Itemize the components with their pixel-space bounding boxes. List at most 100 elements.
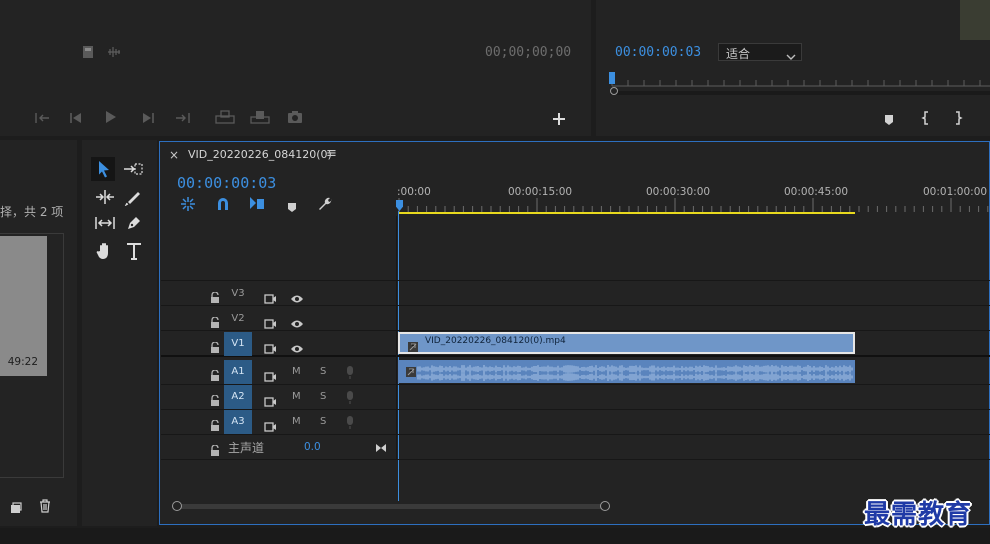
eye-icon[interactable] (290, 339, 304, 358)
sequence-tab-title[interactable]: VID_20220226_084120(0) (188, 148, 332, 161)
add-marker-icon[interactable] (287, 199, 297, 218)
mute-button[interactable]: M (292, 366, 301, 377)
track-select-tool[interactable] (122, 160, 144, 182)
program-preview-image (960, 0, 990, 40)
sync-lock-icon[interactable] (264, 314, 276, 333)
slip-tool[interactable] (94, 214, 116, 236)
lock-icon[interactable] (210, 391, 220, 410)
tools-panel (82, 140, 157, 526)
selection-tool[interactable] (91, 157, 115, 181)
add-button-icon[interactable] (552, 111, 566, 130)
audio-waveform (417, 365, 853, 381)
mute-button[interactable]: M (292, 416, 301, 427)
program-ruler[interactable] (610, 72, 990, 87)
lock-icon[interactable] (210, 288, 220, 307)
ruler-label-45s: 00:00:45:00 (784, 186, 849, 198)
sync-lock-icon[interactable] (264, 392, 276, 411)
track-separator (161, 459, 990, 460)
linked-selection-icon[interactable] (249, 196, 265, 216)
insert-icon[interactable] (214, 109, 236, 129)
razor-tool[interactable] (124, 188, 142, 210)
trash-icon[interactable] (39, 498, 51, 517)
mark-in-icon[interactable] (34, 110, 52, 129)
master-track-label: 主声道 (228, 441, 265, 455)
track-select-icon (124, 163, 143, 175)
lock-icon[interactable] (210, 313, 220, 332)
mark-out-icon[interactable] (173, 110, 191, 129)
audio-clip[interactable] (398, 360, 855, 383)
new-item-icon[interactable] (10, 499, 22, 518)
ripple-edit-tool[interactable] (94, 188, 116, 210)
track-a1-label[interactable]: A1 (224, 360, 252, 384)
go-to-out-icon[interactable] (375, 438, 387, 457)
solo-button[interactable]: S (320, 416, 326, 427)
microphone-icon[interactable] (346, 415, 354, 434)
track-a3-label[interactable]: A3 (224, 410, 252, 434)
master-volume-value[interactable]: 0.0 (304, 441, 321, 453)
nest-icon[interactable] (180, 196, 196, 216)
step-back-icon[interactable] (68, 110, 84, 129)
selection-arrow-icon (99, 161, 109, 178)
ruler-label-15s: 00:00:15:00 (508, 186, 573, 198)
export-frame-icon[interactable] (82, 44, 94, 63)
scrollbar-left-handle[interactable] (172, 501, 182, 511)
close-tab-icon[interactable]: × (169, 148, 179, 162)
hand-tool[interactable] (95, 241, 115, 265)
project-selection-status: 择，共 2 项 (0, 205, 64, 219)
sync-lock-icon[interactable] (264, 289, 276, 308)
track-v2-header: V2 (160, 307, 397, 331)
program-playhead[interactable] (609, 72, 615, 84)
microphone-icon[interactable] (346, 365, 354, 384)
source-timecode[interactable]: 00;00;00;00 (485, 45, 571, 60)
mark-in-bracket-icon[interactable] (921, 110, 931, 129)
sync-lock-icon[interactable] (264, 367, 276, 386)
track-v3-label[interactable]: V3 (224, 282, 252, 306)
sync-lock-icon[interactable] (264, 339, 276, 358)
work-area-bar (399, 212, 855, 214)
source-monitor-panel: 00;00;00;00 (0, 0, 591, 136)
clip-thumbnail[interactable]: 49:22 (0, 236, 47, 376)
track-master-header: 主声道 0.0 (160, 435, 397, 459)
mute-button[interactable]: M (292, 391, 301, 402)
add-marker-icon[interactable] (884, 111, 894, 130)
program-timecode[interactable]: 00:00:00:03 (615, 45, 701, 60)
zoom-select[interactable]: 适合 (718, 43, 802, 61)
scrollbar-right-handle[interactable] (600, 501, 610, 511)
timeline-timecode[interactable]: 00:00:00:03 (177, 174, 276, 192)
sync-lock-icon[interactable] (264, 417, 276, 436)
play-icon[interactable] (104, 109, 118, 129)
overwrite-icon[interactable] (249, 109, 271, 129)
camera-icon[interactable] (287, 109, 303, 128)
pen-icon (128, 217, 140, 229)
snap-magnet-icon[interactable] (215, 196, 231, 216)
lock-icon[interactable] (210, 441, 220, 460)
eye-icon[interactable] (290, 289, 304, 308)
solo-button[interactable]: S (320, 391, 326, 402)
wrench-settings-icon[interactable] (317, 196, 333, 216)
solo-button[interactable]: S (320, 366, 326, 377)
program-scrub-handle[interactable] (610, 87, 618, 95)
panel-menu-icon[interactable]: ≡ (326, 146, 337, 161)
track-a2-label[interactable]: A2 (224, 385, 252, 409)
eye-icon[interactable] (290, 314, 304, 333)
step-forward-icon[interactable] (140, 110, 156, 129)
type-tool[interactable] (125, 241, 143, 265)
drag-audio-icon[interactable] (106, 44, 122, 63)
program-scrub-bar[interactable] (610, 91, 990, 95)
video-clip-name: VID_20220226_084120(0).mp4 (425, 336, 566, 346)
pen-tool[interactable] (125, 214, 143, 236)
razor-icon (124, 192, 140, 207)
microphone-icon[interactable] (346, 390, 354, 409)
mark-out-bracket-icon[interactable] (953, 110, 963, 129)
ripple-edit-icon (96, 190, 114, 204)
lock-icon[interactable] (210, 416, 220, 435)
track-v2-label[interactable]: V2 (224, 307, 252, 331)
status-strip (0, 528, 990, 544)
timeline-scrollbar-track[interactable] (174, 504, 610, 509)
lock-icon[interactable] (210, 338, 220, 357)
chevron-down-icon (786, 47, 796, 66)
ruler-label-0: :00:00 (397, 186, 431, 198)
video-clip[interactable]: VID_20220226_084120(0).mp4 (398, 332, 855, 354)
lock-icon[interactable] (210, 366, 220, 385)
track-v1-label[interactable]: V1 (224, 332, 252, 356)
